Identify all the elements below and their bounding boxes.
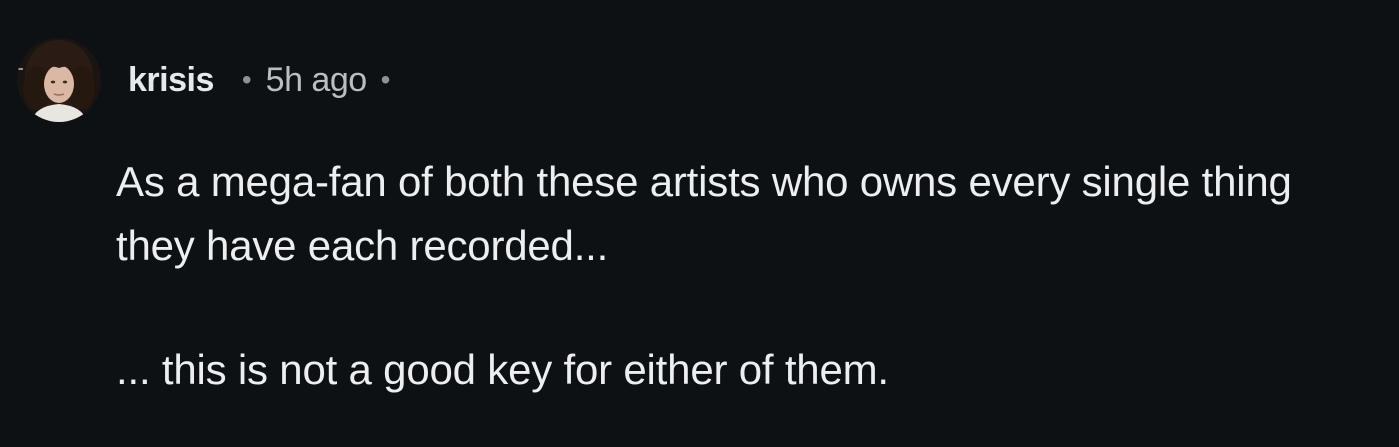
comment: krisis • 5h ago • As a mega-fan of both …: [0, 0, 1399, 447]
avatar-portrait-icon: [17, 38, 101, 122]
comment-header: krisis • 5h ago •: [128, 56, 390, 104]
user-avatar[interactable]: [17, 38, 101, 122]
comment-paragraph: ... this is not a good key for either of…: [116, 346, 889, 393]
separator-dot: •: [241, 64, 252, 95]
timestamp-link[interactable]: 5h ago: [266, 61, 368, 100]
username-link[interactable]: krisis: [128, 61, 214, 100]
comment-body: As a mega-fan of both these artists who …: [116, 150, 1356, 402]
separator-dot-trailing: •: [380, 64, 391, 95]
comment-paragraph: As a mega-fan of both these artists who …: [116, 158, 1292, 269]
